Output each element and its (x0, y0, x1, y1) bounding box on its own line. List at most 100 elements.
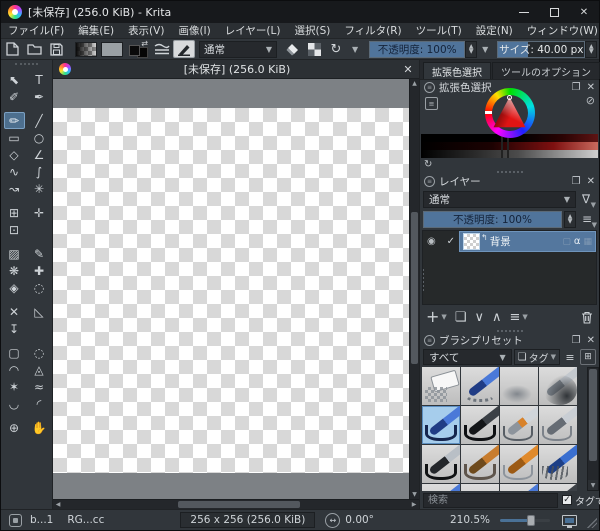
horizontal-scrollbar[interactable]: ◀ ▶ (53, 499, 419, 509)
preset-search-input[interactable] (423, 493, 558, 508)
colorize-mask-tool[interactable]: ❋ (4, 262, 25, 279)
add-layer-button[interactable]: +▼ (426, 309, 447, 325)
menu-window[interactable]: ウィンドウ(W) (520, 23, 600, 38)
menu-view[interactable]: 表示(V) (121, 23, 171, 38)
menu-file[interactable]: ファイル(F) (1, 23, 71, 38)
selection-mode-icon[interactable] (9, 514, 22, 527)
brush-preset-ballpoint-blue[interactable] (422, 406, 460, 444)
no-color-icon[interactable]: ⊘ (586, 94, 595, 107)
edit-shapes-tool[interactable]: ✐ (4, 88, 25, 105)
move-layer-down-button[interactable]: ∨ (474, 311, 484, 324)
vertical-scrollbar[interactable]: ▲ ▼ (409, 79, 419, 499)
open-document-button[interactable] (23, 40, 45, 58)
ellipse-tool[interactable]: ○ (29, 129, 50, 146)
tag-filter-checkbox[interactable]: ✓ タグでフィルタ (562, 493, 600, 508)
close-docker-icon[interactable]: ✕ (587, 335, 595, 346)
float-docker-icon[interactable]: ❐ (572, 176, 581, 187)
freehand-brush-tool[interactable]: ✏ (4, 112, 25, 129)
brush-preset-orange-brush[interactable] (500, 445, 538, 483)
reference-images-tool[interactable]: ↧ (4, 320, 25, 337)
layer-thumbnail[interactable] (463, 233, 480, 250)
document-close-icon[interactable]: ✕ (397, 63, 419, 76)
brush-size-slider[interactable]: サイズ: 40.00 px (497, 41, 585, 58)
layer-lock-icon[interactable]: ▢ (562, 237, 571, 247)
pattern-chooser-swatch[interactable] (101, 42, 123, 57)
rectangular-selection-tool[interactable]: ▢ (4, 344, 25, 361)
brush-preset-marker-blue[interactable] (461, 367, 499, 405)
close-button[interactable]: ✕ (569, 1, 599, 23)
scroll-down-arrow[interactable]: ▼ (588, 480, 598, 490)
scroll-down-arrow[interactable]: ▼ (410, 490, 419, 499)
color-profile-label[interactable]: RG...cc (67, 514, 104, 526)
reload-preset-button[interactable]: ↻ (325, 40, 347, 58)
similar-selection-tool[interactable]: ≈ (29, 378, 50, 395)
zoom-slider-knob[interactable] (527, 515, 535, 526)
enclose-fill-tool[interactable]: ◌ (29, 279, 50, 296)
menu-tools[interactable]: ツール(T) (409, 23, 469, 38)
brush-preset-pencil-brush[interactable] (461, 445, 499, 483)
move-tool[interactable]: ✛ (29, 204, 50, 221)
menu-edit[interactable]: 編集(E) (71, 23, 121, 38)
brush-preset-fountain-pen[interactable] (539, 406, 577, 444)
layer-visibility-icon[interactable]: ◉ (427, 236, 436, 247)
bezier-curve-tool[interactable]: ∿ (4, 163, 25, 180)
close-docker-icon[interactable]: ✕ (587, 82, 595, 93)
text-tool[interactable]: T (29, 71, 50, 88)
line-tool[interactable]: ╱ (29, 112, 50, 129)
rectangle-tool[interactable]: ▭ (4, 129, 25, 146)
float-docker-icon[interactable]: ❐ (572, 335, 581, 346)
contiguous-selection-tool[interactable]: ✶ (4, 378, 25, 395)
refresh-colors-icon[interactable]: ↻ (424, 159, 432, 170)
chevron-down-icon[interactable]: ▼ (477, 45, 493, 54)
current-brush-name[interactable]: b...1 (30, 514, 53, 526)
presets-scrollbar[interactable]: ▼ (587, 367, 599, 491)
brush-preset-ink-brush[interactable] (422, 445, 460, 483)
crop-tool[interactable]: ⊡ (4, 221, 25, 238)
measure-tool[interactable]: ◺ (29, 303, 50, 320)
color-triangle[interactable] (493, 96, 527, 130)
scroll-up-arrow[interactable]: ▲ (410, 79, 419, 88)
move-layer-up-button[interactable]: ∧ (492, 311, 502, 324)
canvas-rotation-icon[interactable]: ↔ (325, 513, 340, 528)
zoom-slider[interactable] (500, 519, 550, 522)
fit-to-screen-icon[interactable] (562, 515, 577, 526)
elliptical-selection-tool[interactable]: ◌ (29, 344, 50, 361)
dynamic-brush-tool[interactable]: ↝ (4, 180, 25, 197)
zoom-level-value[interactable]: 210.5% (450, 514, 490, 526)
layer-inherit-alpha-icon[interactable]: ▦ (583, 237, 592, 247)
zoom-tool[interactable]: ⊕ (4, 419, 25, 436)
dock-tab-advanced-color-selector[interactable]: 拡張色選択 (423, 62, 491, 79)
preset-filter-dropdown[interactable]: すべて ▼ (423, 349, 512, 365)
brush-preset-marker-dark[interactable] (539, 484, 577, 491)
toolbox-drag-handle[interactable] (15, 63, 38, 67)
menu-settings[interactable]: 設定(N) (469, 23, 520, 38)
delete-layer-button[interactable] (581, 311, 593, 324)
brush-preset-airbrush[interactable] (539, 367, 577, 405)
canvas-angle-value[interactable]: 0.00° (345, 514, 374, 526)
import-resource-button[interactable]: ⊞ (580, 349, 596, 365)
polyline-tool[interactable]: ∠ (29, 146, 50, 163)
calligraphy-tool[interactable]: ✒ (29, 88, 50, 105)
maximize-button[interactable] (539, 1, 569, 23)
canvas-viewport[interactable] (53, 79, 409, 499)
menu-filter[interactable]: フィルタ(R) (337, 23, 408, 38)
color-wheel[interactable] (485, 88, 535, 138)
scroll-left-arrow[interactable]: ◀ (53, 501, 63, 508)
magnetic-selection-tool[interactable]: ◜ (29, 395, 50, 412)
brush-preset-eraser[interactable] (422, 367, 460, 405)
opacity-spinner[interactable]: ▲▼ (465, 41, 477, 58)
layer-options-button[interactable]: ≡▼ (578, 212, 596, 226)
dock-tab-tool-options[interactable]: ツールのオプション (492, 62, 600, 79)
layer-opacity-spinner[interactable]: ▲▼ (564, 211, 576, 228)
transform-tool[interactable]: ⊞ (4, 204, 25, 221)
eraser-mode-button[interactable] (281, 40, 303, 58)
layer-row-background[interactable]: ◉ ✓ ↰ 背景 ▢ α ▦ (423, 231, 596, 252)
freehand-path-tool[interactable]: ∫ (29, 163, 50, 180)
preserve-alpha-button[interactable] (303, 40, 325, 58)
presets-scrollbar-thumb[interactable] (589, 369, 597, 461)
minimize-button[interactable] (509, 1, 539, 23)
freehand-selection-tool[interactable]: ◠ (4, 361, 25, 378)
choose-brush-preset-button[interactable] (151, 40, 173, 58)
smart-patch-tool[interactable]: ✚ (29, 262, 50, 279)
transparent-canvas[interactable] (53, 108, 409, 473)
